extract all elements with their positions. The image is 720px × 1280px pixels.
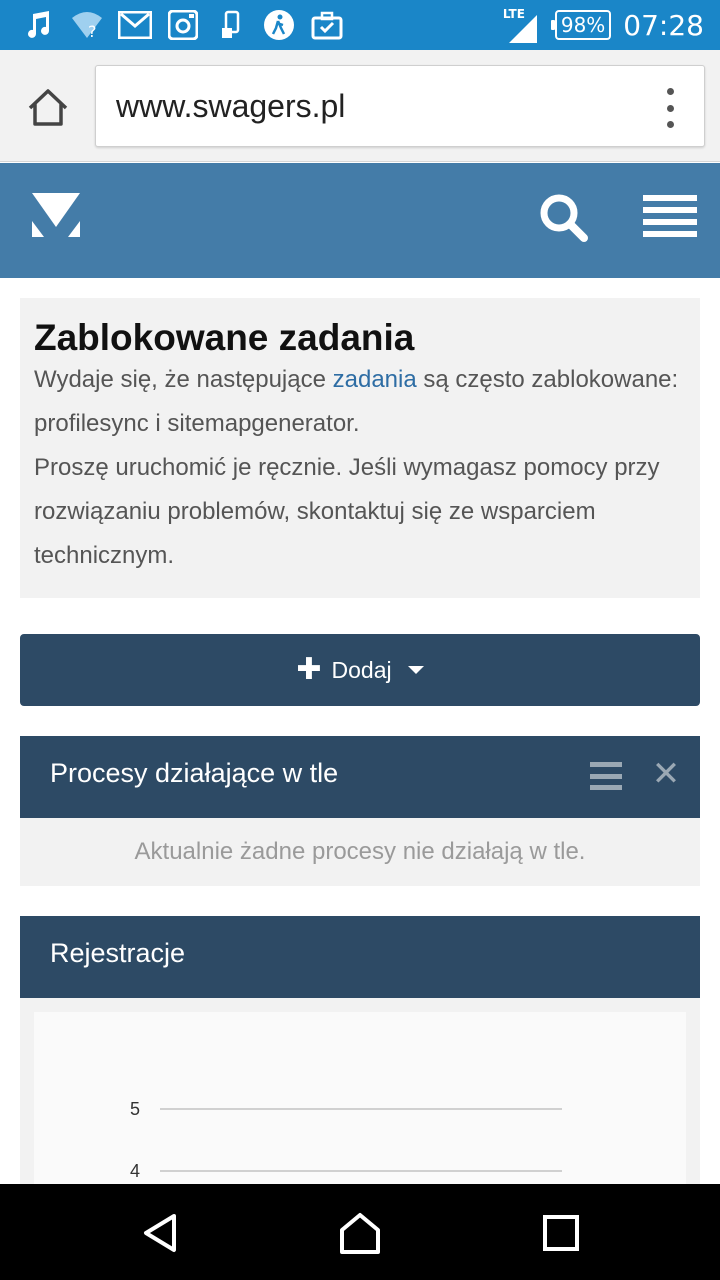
search-button[interactable]: [538, 192, 590, 248]
clock: 07:28: [623, 8, 704, 42]
main-menu-button[interactable]: [643, 195, 697, 237]
notification-icons: ?: [22, 8, 344, 42]
home-nav-icon: [340, 1213, 380, 1254]
chart-svg: 54: [130, 1099, 562, 1181]
close-icon[interactable]: ✕: [650, 756, 682, 792]
gmail-icon: [118, 8, 152, 42]
caret-down-icon: [407, 666, 424, 674]
music-note-icon: [22, 8, 56, 42]
home-icon: [28, 89, 68, 126]
recents-button[interactable]: [536, 1208, 586, 1258]
url-text[interactable]: www.swagers.pl: [116, 88, 345, 125]
site-header: [0, 163, 720, 278]
registrations-chart: 54: [34, 1012, 686, 1188]
walking-icon: [262, 8, 296, 42]
tasks-link[interactable]: zadania: [333, 366, 417, 393]
home-button[interactable]: [26, 86, 70, 130]
briefcase-check-icon: [310, 8, 344, 42]
back-icon: [144, 1214, 176, 1252]
status-right: LTE 98% 07:28: [503, 0, 704, 50]
url-bar[interactable]: www.swagers.pl: [95, 65, 705, 147]
alert-title: Zablokowane zadania: [34, 317, 415, 358]
add-button-label: Dodaj: [331, 656, 392, 683]
home-nav-button[interactable]: [335, 1208, 385, 1258]
site-logo[interactable]: [30, 191, 82, 243]
y-tick-label: 4: [130, 1161, 140, 1181]
registrations-header: Rejestracje: [20, 916, 700, 998]
panel-title: Procesy działające w tle: [50, 758, 339, 788]
recents-icon: [543, 1215, 579, 1251]
search-icon: [540, 194, 588, 242]
status-bar: ? LTE 98% 07:28: [0, 0, 720, 50]
panel-title: Rejestracje: [50, 938, 186, 968]
add-button[interactable]: ✚ Dodaj: [20, 634, 700, 706]
empty-message: Aktualnie żadne procesy nie działają w t…: [134, 838, 586, 865]
android-nav-bar: [0, 1184, 720, 1280]
background-processes-header: Procesy działające w tle ✕: [20, 736, 700, 818]
svg-text:?: ?: [88, 22, 97, 40]
battery-indicator: 98%: [550, 10, 612, 40]
plus-icon: ✚: [296, 652, 322, 687]
panel-menu-icon[interactable]: [590, 762, 622, 790]
browser-toolbar: www.swagers.pl: [0, 50, 720, 162]
phone-transfer-icon: [214, 8, 248, 42]
instagram-icon: [166, 8, 200, 42]
registrations-body: 54: [20, 998, 700, 1188]
logo-icon: [32, 193, 80, 237]
y-tick-label: 5: [130, 1099, 140, 1119]
background-processes-body: Aktualnie żadne procesy nie działają w t…: [20, 818, 700, 886]
alert-message: Wydaje się, że następujące zadania są cz…: [34, 366, 679, 569]
signal-icon: LTE: [503, 5, 543, 45]
wifi-question-icon: ?: [70, 8, 104, 42]
blocked-tasks-alert: Zablokowane zadania Wydaje się, że nastę…: [20, 298, 700, 598]
back-button[interactable]: [136, 1208, 186, 1258]
browser-menu-button[interactable]: [664, 88, 676, 128]
